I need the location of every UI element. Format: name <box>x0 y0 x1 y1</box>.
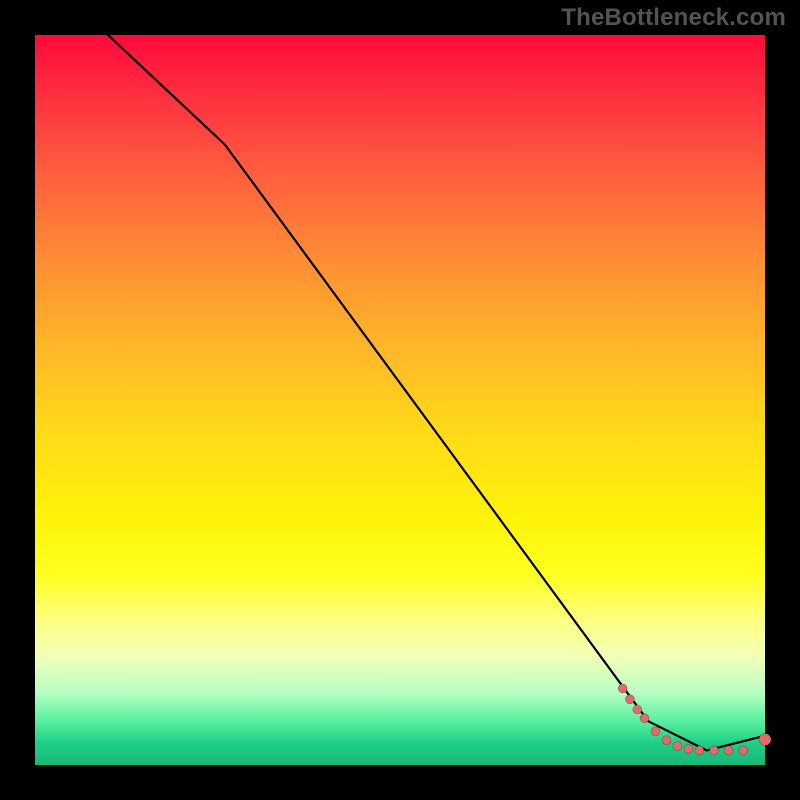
bottleneck-curve <box>108 35 765 750</box>
data-point <box>739 746 748 755</box>
chart-svg <box>35 35 765 765</box>
data-point <box>684 744 693 753</box>
chart-frame: TheBottleneck.com <box>0 0 800 800</box>
data-point <box>651 727 660 736</box>
data-point <box>724 746 733 755</box>
data-point <box>662 736 671 745</box>
watermark-text: TheBottleneck.com <box>561 4 786 32</box>
data-point <box>618 684 627 693</box>
data-point <box>709 746 718 755</box>
data-point <box>625 695 634 704</box>
data-point <box>633 705 642 714</box>
data-point <box>673 742 682 751</box>
data-point <box>640 714 649 723</box>
plot-area <box>35 35 765 765</box>
data-point <box>695 746 704 755</box>
data-point <box>759 734 771 746</box>
